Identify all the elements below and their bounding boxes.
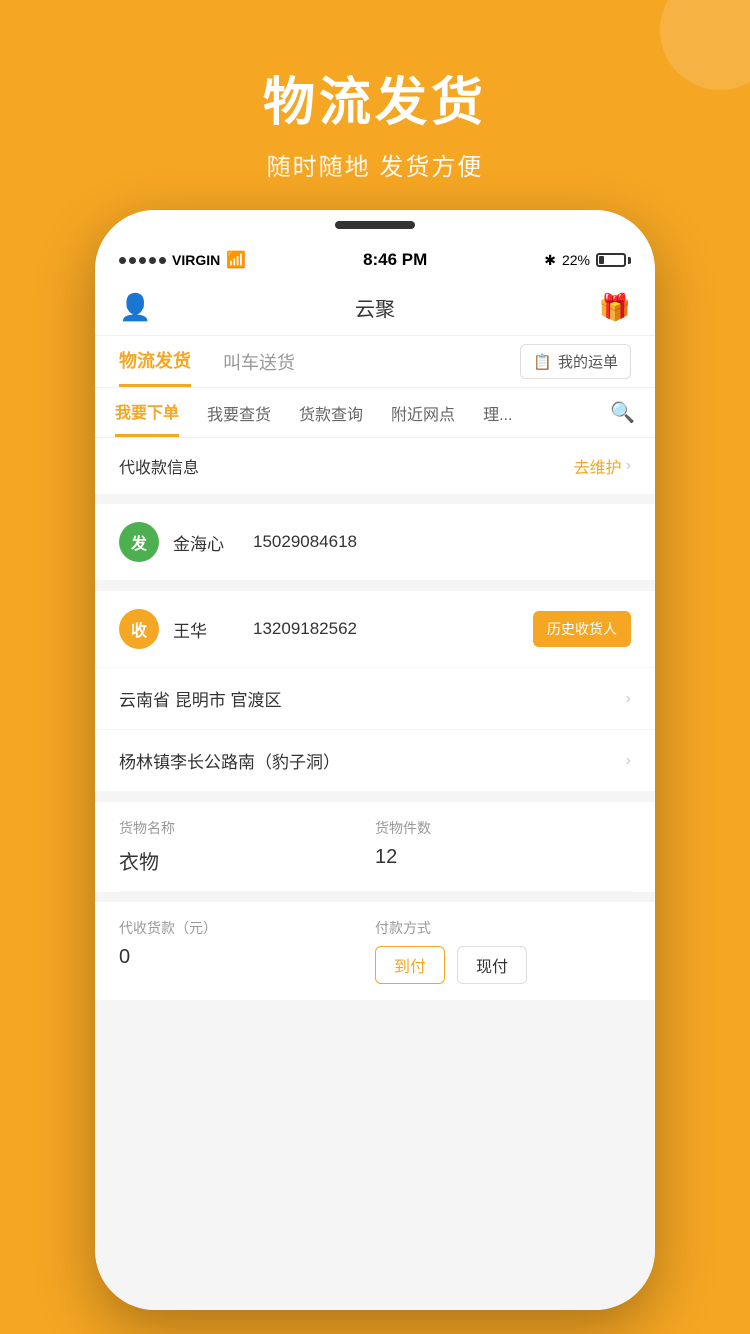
cod-col: 代收货款（元） 0 <box>119 918 375 969</box>
cod-value: 0 <box>119 946 375 969</box>
sub-nav-more[interactable]: 理... <box>483 388 512 437</box>
carrier-name: VIRGIN <box>172 252 220 268</box>
chevron-right-icon: › <box>626 752 631 770</box>
wifi-icon: 📶 <box>226 250 246 270</box>
sub-nav-order[interactable]: 我要下单 <box>115 388 179 437</box>
goods-name-col: 货物名称 衣物 <box>119 818 375 875</box>
phone-shell: VIRGIN 📶 8:46 PM ✱ 22% 👤 云聚 🎁 物流发货 叫车送货 … <box>95 210 655 1310</box>
tab-logistics[interactable]: 物流发货 <box>119 336 191 387</box>
payment-method-col: 付款方式 到付 现付 <box>375 918 631 984</box>
page-subtitle: 随时随地 发货方便 <box>0 147 750 182</box>
chevron-right-icon: › <box>626 457 631 475</box>
status-left: VIRGIN 📶 <box>119 250 246 270</box>
collect-info-label: 代收款信息 <box>119 454 199 478</box>
app-title: 云聚 <box>355 293 395 322</box>
calendar-icon: 📋 <box>533 353 552 371</box>
collect-info-row: 代收款信息 去维护 › <box>95 438 655 494</box>
receiver-phone: 13209182562 <box>253 619 533 639</box>
sub-nav-check[interactable]: 我要查货 <box>207 388 271 437</box>
sub-nav-payment[interactable]: 货款查询 <box>299 388 363 437</box>
status-right: ✱ 22% <box>544 252 631 269</box>
search-icon[interactable]: 🔍 <box>610 400 635 425</box>
maintain-label: 去维护 <box>574 454 622 478</box>
waybill-button[interactable]: 📋 我的运单 <box>520 344 631 379</box>
history-receiver-button[interactable]: 历史收货人 <box>533 611 631 647</box>
page-title: 物流发货 <box>0 60 750 135</box>
goods-count-label: 货物件数 <box>375 818 631 838</box>
waybill-label: 我的运单 <box>558 351 618 372</box>
collect-info-card: 代收款信息 去维护 › <box>95 438 655 494</box>
address-detail-row[interactable]: 杨林镇李长公路南（豹子洞） › <box>95 730 655 792</box>
gift-icon[interactable]: 🎁 <box>599 292 631 323</box>
address-detail: 杨林镇李长公路南（豹子洞） <box>119 748 340 773</box>
address-city-row[interactable]: 云南省 昆明市 官渡区 › <box>95 668 655 730</box>
goods-count-value: 12 <box>375 846 631 869</box>
app-content: 代收款信息 去维护 › 发 金海心 15029084618 收 王华 13209… <box>95 438 655 1310</box>
goods-name-label: 货物名称 <box>119 818 375 838</box>
sender-name: 金海心 <box>173 530 253 555</box>
receiver-row: 收 王华 13209182562 历史收货人 <box>95 591 655 668</box>
receiver-card: 收 王华 13209182562 历史收货人 云南省 昆明市 官渡区 › 杨林镇… <box>95 591 655 792</box>
goods-name-value: 衣物 <box>119 846 375 875</box>
battery-percent: 22% <box>562 252 590 268</box>
bluetooth-icon: ✱ <box>544 252 556 269</box>
sender-avatar: 发 <box>119 522 159 562</box>
sender-phone: 15029084618 <box>253 532 631 552</box>
maintain-button[interactable]: 去维护 › <box>574 454 631 478</box>
sender-card: 发 金海心 15029084618 <box>95 504 655 581</box>
payment-method-label: 付款方式 <box>375 918 631 938</box>
user-icon[interactable]: 👤 <box>119 292 151 323</box>
payment-option-daopay[interactable]: 到付 <box>375 946 445 984</box>
cod-label: 代收货款（元） <box>119 918 375 938</box>
sender-row: 发 金海心 15029084618 <box>95 504 655 581</box>
payment-option-xianpay[interactable]: 现付 <box>457 946 527 984</box>
signal-icon <box>119 257 166 264</box>
main-tab-bar: 物流发货 叫车送货 📋 我的运单 <box>95 336 655 388</box>
phone-speaker <box>335 221 415 229</box>
goods-row: 货物名称 衣物 货物件数 12 <box>119 818 631 892</box>
receiver-avatar: 收 <box>119 609 159 649</box>
payment-card: 代收货款（元） 0 付款方式 到付 现付 <box>95 902 655 1000</box>
goods-card: 货物名称 衣物 货物件数 12 <box>95 802 655 892</box>
address-city: 云南省 昆明市 官渡区 <box>119 686 281 711</box>
goods-count-col: 货物件数 12 <box>375 818 631 875</box>
payment-row: 代收货款（元） 0 付款方式 到付 现付 <box>119 918 631 984</box>
chevron-right-icon: › <box>626 690 631 708</box>
payment-options: 到付 现付 <box>375 946 631 984</box>
status-bar: VIRGIN 📶 8:46 PM ✱ 22% <box>95 240 655 280</box>
sub-nav: 我要下单 我要查货 货款查询 附近网点 理... 🔍 <box>95 388 655 438</box>
tab-car-delivery[interactable]: 叫车送货 <box>223 336 295 387</box>
status-time: 8:46 PM <box>363 250 427 270</box>
phone-notch <box>95 210 655 240</box>
sub-nav-nearby[interactable]: 附近网点 <box>391 388 455 437</box>
battery-icon <box>596 253 631 267</box>
header-section: 物流发货 随时随地 发货方便 <box>0 60 750 182</box>
app-bar: 👤 云聚 🎁 <box>95 280 655 336</box>
receiver-name: 王华 <box>173 617 253 642</box>
